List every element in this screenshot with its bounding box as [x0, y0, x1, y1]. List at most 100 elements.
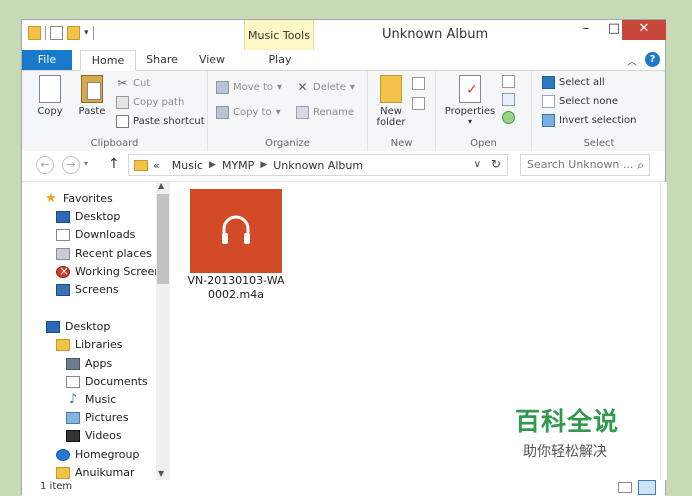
- properties-label: Properties: [444, 106, 496, 117]
- nav-item-label: Documents: [85, 375, 148, 388]
- content-scrollbar[interactable]: [660, 182, 667, 480]
- copy-to-button[interactable]: Copy to ▾: [216, 106, 281, 119]
- paste-button[interactable]: Paste: [72, 75, 112, 117]
- new-folder-label-line2: folder: [376, 117, 406, 128]
- new-folder-quick-icon[interactable]: [67, 26, 80, 40]
- chevron-right-icon[interactable]: ▶: [209, 160, 216, 170]
- tab-home[interactable]: Home: [80, 50, 136, 71]
- collapse-ribbon-icon[interactable]: ︿: [627, 53, 637, 68]
- nav-scrollbar-thumb[interactable]: [157, 194, 169, 284]
- delete-label: Delete: [313, 82, 346, 93]
- close-button[interactable]: ✕: [622, 20, 666, 40]
- search-icon[interactable]: ⌕: [637, 155, 644, 175]
- select-none-button[interactable]: Select none: [542, 95, 618, 108]
- nav-documents[interactable]: Documents: [66, 375, 148, 388]
- new-item-button[interactable]: [412, 77, 425, 90]
- nav-libraries-label: Libraries: [75, 338, 123, 351]
- nav-apps[interactable]: Apps: [66, 357, 112, 370]
- large-icons-view-icon[interactable]: [638, 480, 656, 495]
- breadcrumb-music[interactable]: Music: [172, 159, 203, 172]
- nav-homegroup[interactable]: Homegroup: [56, 448, 139, 461]
- file-item-m4a[interactable]: [190, 189, 282, 273]
- copy-path-icon: [116, 96, 129, 109]
- paste-shortcut-label: Paste shortcut: [133, 116, 205, 127]
- up-arrow-icon[interactable]: ↑: [108, 156, 120, 172]
- rename-button[interactable]: Rename: [296, 106, 354, 119]
- copy-button[interactable]: Copy: [32, 75, 68, 117]
- chevron-right-icon[interactable]: ▶: [260, 160, 267, 170]
- scissors-icon: ✂: [117, 76, 128, 90]
- libraries-icon: [56, 338, 70, 351]
- delete-button[interactable]: ✕ Delete ▾: [296, 81, 354, 94]
- tab-file[interactable]: File: [22, 50, 72, 70]
- breadcrumb-unknown-album[interactable]: Unknown Album: [273, 159, 363, 172]
- nav-item-label: Recent places: [75, 247, 152, 260]
- cut-button[interactable]: ✂ Cut: [116, 77, 150, 90]
- new-folder-button[interactable]: New folder: [374, 75, 408, 128]
- scroll-down-icon[interactable]: ▼: [158, 469, 164, 478]
- properties-quick-icon[interactable]: [50, 26, 63, 40]
- edit-icon: [502, 93, 515, 106]
- cut-label: Cut: [133, 78, 151, 89]
- apps-icon: [66, 357, 80, 370]
- title-bar: ▾ Music Tools Unknown Album – □ ✕: [22, 20, 666, 50]
- nav-item-label: Anuikumar: [75, 466, 135, 479]
- copy-to-icon: [216, 106, 229, 119]
- paste-shortcut-button[interactable]: Paste shortcut: [116, 115, 205, 128]
- tab-share[interactable]: Share: [140, 50, 184, 70]
- nav-videos[interactable]: Videos: [66, 429, 122, 442]
- copy-label: Copy: [37, 106, 63, 117]
- invert-selection-button[interactable]: Invert selection: [542, 114, 637, 127]
- screens-icon: [56, 283, 70, 296]
- videos-icon: [66, 429, 80, 442]
- chevron-down-icon: ▾: [275, 107, 281, 118]
- new-folder-label-line1: New: [380, 106, 402, 117]
- move-to-button[interactable]: Move to ▾: [216, 81, 282, 94]
- open-group: Properties ▾ Open: [436, 71, 532, 151]
- nav-downloads[interactable]: Downloads: [56, 228, 135, 241]
- back-button[interactable]: ←: [36, 156, 54, 174]
- clipboard-group: Copy Paste ✂ Cut Copy path Paste shortcu…: [22, 71, 208, 151]
- nav-working-screens[interactable]: Working Screens: [56, 265, 156, 278]
- tab-play[interactable]: Play: [258, 50, 302, 70]
- help-icon[interactable]: ?: [645, 52, 660, 67]
- nav-music[interactable]: ♪ Music: [66, 391, 116, 407]
- open-button[interactable]: [502, 75, 515, 88]
- forward-button[interactable]: →: [62, 156, 80, 174]
- search-input[interactable]: Search Unknown ... ⌕: [520, 154, 650, 176]
- nav-screens[interactable]: Screens: [56, 283, 119, 296]
- refresh-icon[interactable]: ↻: [491, 157, 501, 171]
- tab-view[interactable]: View: [190, 50, 234, 70]
- easy-access-button[interactable]: [412, 97, 425, 110]
- select-group-label: Select: [583, 138, 615, 149]
- nav-user-folder[interactable]: Anuikumar: [56, 466, 135, 479]
- chevron-down-icon[interactable]: ∨: [474, 159, 481, 170]
- folder-icon[interactable]: [28, 26, 41, 40]
- music-note-icon: ♪: [68, 391, 78, 407]
- file-name[interactable]: VN-20130103-WA 0002.m4a: [180, 274, 292, 302]
- details-view-icon[interactable]: [618, 482, 632, 493]
- nav-pictures[interactable]: Pictures: [66, 411, 129, 424]
- history-button[interactable]: [502, 111, 515, 124]
- file-name-line1: VN-20130103-WA: [187, 274, 285, 287]
- customize-toolbar-icon[interactable]: ▾: [84, 28, 89, 38]
- watermark: 百科全说 助你轻松解决: [515, 402, 645, 461]
- edit-button[interactable]: [502, 93, 515, 106]
- breadcrumb-mymp[interactable]: MYMP: [222, 159, 254, 172]
- breadcrumb-overflow[interactable]: «: [153, 159, 160, 172]
- select-all-button[interactable]: Select all: [542, 76, 605, 89]
- scroll-up-icon[interactable]: ▲: [158, 181, 164, 190]
- select-all-icon: [542, 76, 555, 89]
- recent-locations-icon[interactable]: ▾: [84, 159, 88, 168]
- address-box[interactable]: « Music ▶ MYMP ▶ Unknown Album ∨ ↻: [128, 154, 508, 176]
- nav-recent-places[interactable]: Recent places: [56, 247, 152, 260]
- nav-scrollbar[interactable]: ▲ ▼: [156, 181, 170, 480]
- nav-item-label: Desktop: [75, 210, 121, 223]
- nav-desktop[interactable]: Desktop: [46, 320, 110, 333]
- clipboard-group-label: Clipboard: [90, 138, 139, 149]
- nav-libraries[interactable]: Libraries: [56, 338, 123, 351]
- copy-path-button[interactable]: Copy path: [116, 96, 184, 109]
- nav-favorites[interactable]: ★ Favorites: [44, 192, 113, 206]
- nav-desktop-fav[interactable]: Desktop: [56, 210, 120, 223]
- properties-button[interactable]: Properties ▾: [442, 75, 498, 126]
